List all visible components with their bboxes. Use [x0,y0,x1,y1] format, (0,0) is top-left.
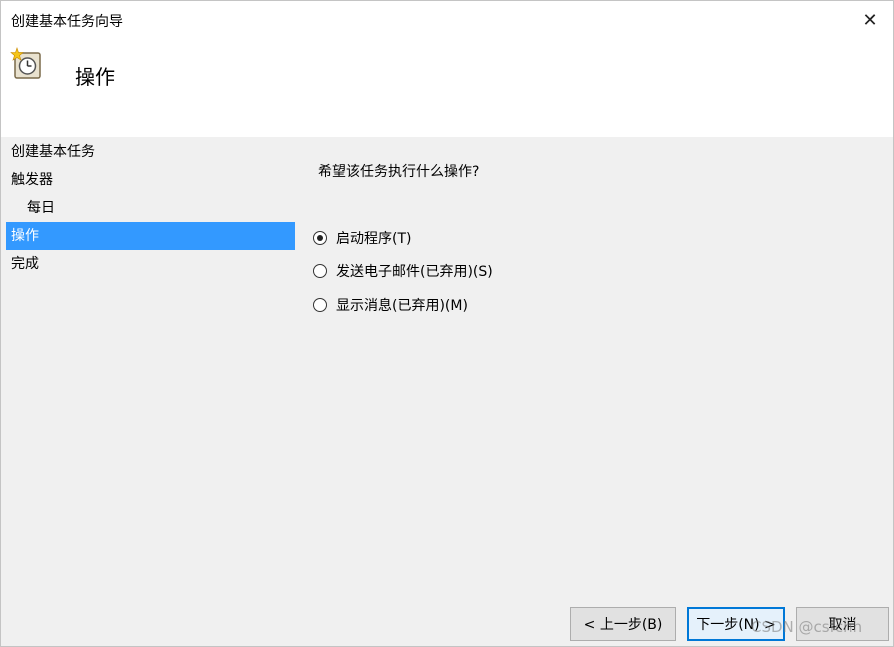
step-label: 操作 [11,228,39,244]
radio-button-checked[interactable] [313,231,327,245]
step-action[interactable]: 操作 [6,222,295,250]
step-label: 完成 [11,256,39,272]
cancel-button-label: 取消 [828,617,857,633]
task-scheduler-clock-icon [10,47,41,79]
radio-label: 显示消息(已弃用)(M) [336,298,468,314]
window-title: 创建基本任务向导 [11,14,123,30]
action-prompt: 希望该任务执行什么操作? [318,164,480,180]
cancel-button[interactable]: 取消 [796,607,889,641]
back-button[interactable]: < 上一步(B) [570,607,676,641]
step-finish[interactable]: 完成 [6,250,295,278]
close-icon: ✕ [862,9,878,31]
step-daily[interactable]: 每日 [6,194,295,222]
wizard-window: 创建基本任务向导 ✕ 操作 创建基本任务 触发器 每日 操作 完成 希望该任务执… [0,0,894,647]
title-bar: 创建基本任务向导 ✕ [1,1,893,39]
step-trigger[interactable]: 触发器 [6,166,295,194]
page-title: 操作 [75,65,115,89]
step-create-basic-task[interactable]: 创建基本任务 [6,138,295,166]
radio-button[interactable] [313,264,327,278]
step-label: 触发器 [11,172,53,188]
radio-label: 启动程序(T) [336,231,412,247]
next-button[interactable]: 下一步(N) > [687,607,785,641]
next-button-label: 下一步(N) > [696,617,776,633]
radio-display-message[interactable]: 显示消息(已弃用)(M) [313,294,468,316]
radio-start-program[interactable]: 启动程序(T) [313,227,411,249]
close-button[interactable]: ✕ [847,1,893,39]
radio-send-email[interactable]: 发送电子邮件(已弃用)(S) [313,260,493,282]
radio-label: 发送电子邮件(已弃用)(S) [336,264,493,280]
back-button-label: < 上一步(B) [583,617,663,633]
step-label: 每日 [27,200,55,216]
wizard-steps: 创建基本任务 触发器 每日 操作 完成 [6,138,295,278]
step-label: 创建基本任务 [11,144,95,160]
radio-button[interactable] [313,298,327,312]
wizard-header: 操作 [1,39,893,137]
